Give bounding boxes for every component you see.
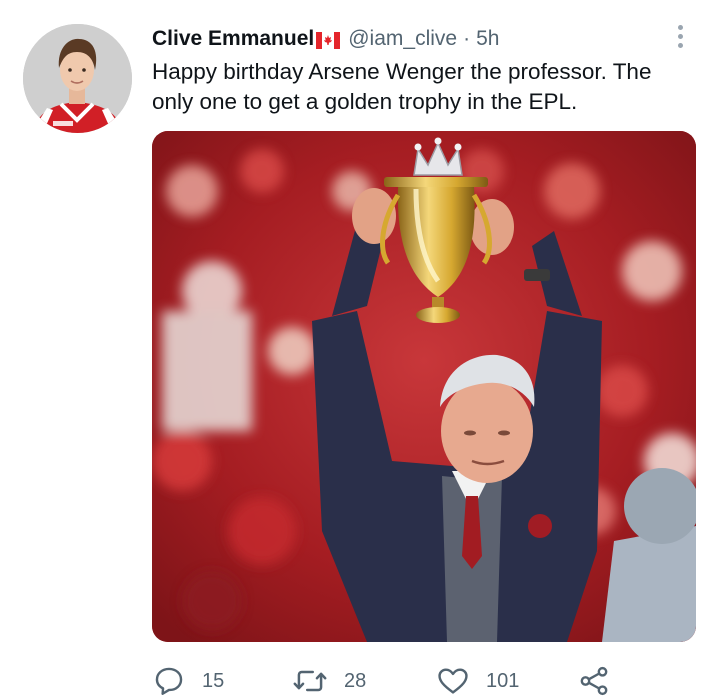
more-dot (677, 33, 683, 39)
like-count: 101 (486, 669, 520, 692)
timestamp[interactable]: 5h (476, 27, 499, 51)
separator-dot: · (463, 27, 471, 50)
reply-count: 15 (202, 669, 225, 692)
reply-button[interactable]: 15 (152, 663, 224, 699)
retweet-icon (293, 670, 327, 692)
more-dot (677, 42, 683, 48)
user-handle[interactable]: @iam_clive (348, 27, 457, 51)
share-button[interactable] (577, 663, 611, 699)
tweet-actions: 15 28 101 (152, 663, 622, 699)
retweet-count: 28 (344, 669, 367, 692)
display-name[interactable]: Clive Emmanuel (152, 27, 314, 51)
tweet-text: Happy birthday Arsene Wenger the profess… (152, 59, 652, 114)
tweet-media[interactable] (152, 131, 696, 642)
media-image (152, 131, 696, 642)
share-icon (580, 666, 608, 696)
avatar[interactable] (23, 24, 132, 133)
more-dot (677, 24, 683, 30)
canada-flag-icon (316, 31, 341, 49)
more-options-icon[interactable] (670, 22, 690, 50)
like-button[interactable]: 101 (436, 663, 519, 699)
avatar-image (23, 24, 132, 133)
reply-icon (155, 667, 183, 695)
heart-icon (438, 668, 468, 694)
retweet-button[interactable]: 28 (292, 663, 366, 699)
tweet-header: Clive Emmanuel @iam_clive · 5h (152, 24, 499, 54)
